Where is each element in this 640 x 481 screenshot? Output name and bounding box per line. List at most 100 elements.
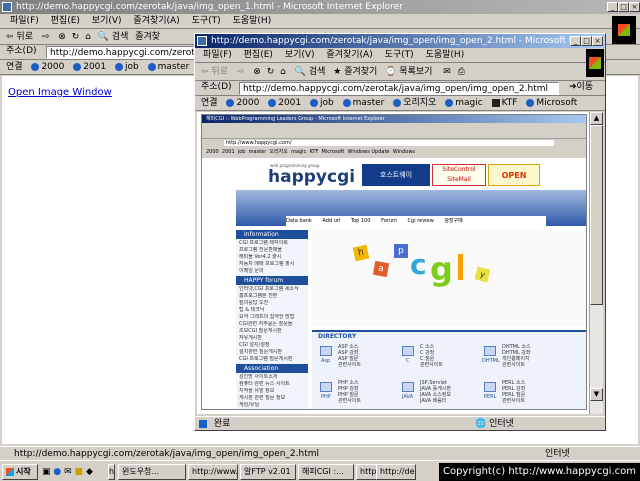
sidebar-item: CGI관련 자주묻는 질문들 xyxy=(239,321,293,327)
stop-icon[interactable]: ⊗ xyxy=(58,32,66,42)
stop-icon[interactable]: ⊗ xyxy=(253,67,261,77)
menu-favorites[interactable]: 즐겨찾기(A) xyxy=(326,50,372,60)
sidebar-item: 자동차 매매 프로그램 출시 xyxy=(239,261,295,267)
sidebar-item: 홈프로그램분 전환 xyxy=(239,293,278,299)
inner-menubar xyxy=(202,123,586,139)
favorites-button[interactable]: 즐겨찾기 xyxy=(344,67,377,77)
menu-edit[interactable]: 편집(E) xyxy=(51,16,80,26)
asp-icon xyxy=(320,346,332,356)
front-linksbar: 연결 2000 2001 job master 오리지오 magic KTF M… xyxy=(195,96,605,111)
java-icon xyxy=(402,382,414,392)
link-2000[interactable]: 2000 xyxy=(31,60,64,74)
task-alftp[interactable]: 알FTP v2.01 xyxy=(240,464,296,480)
back-address-input[interactable]: http://demo.happycgi.com/zerotak/java/ xyxy=(46,46,196,59)
java-caption: JAVA xyxy=(402,394,414,400)
print-icon[interactable]: ⎙ xyxy=(458,67,465,77)
menu-tools[interactable]: 도구(T) xyxy=(385,50,414,60)
outlook-icon[interactable]: ✉ xyxy=(64,467,72,477)
sidebar-item: CGI 프로그램 제작의뢰 xyxy=(239,240,288,246)
menu-help[interactable]: 도움말(H) xyxy=(426,50,465,60)
link-magic[interactable]: magic xyxy=(445,96,483,110)
back-status-text: http://demo.happycgi.com/zerotak/java/im… xyxy=(14,449,319,459)
back-close-button[interactable]: × xyxy=(629,2,640,12)
scroll-up-arrow-icon[interactable]: ▲ xyxy=(590,112,603,125)
task-http-www[interactable]: http://www... xyxy=(188,464,238,480)
home-icon[interactable]: ⌂ xyxy=(85,32,91,42)
favorites-button[interactable]: 즐겨찾 xyxy=(135,32,160,42)
search-icon: 🔍 xyxy=(294,67,306,77)
front-maximize-button[interactable]: □ xyxy=(581,36,592,46)
php-list: PHP 소스 PHP 강좌 PHP 질문 관련사이트 xyxy=(338,380,362,404)
front-close-button[interactable]: × xyxy=(592,36,603,46)
forward-arrow-icon[interactable]: ⇨ xyxy=(237,67,245,77)
c-caption: C xyxy=(406,358,410,364)
link-ori[interactable]: 오리지오 xyxy=(393,96,436,110)
front-address-input[interactable]: http://demo.happycgi.com/zerotak/java/im… xyxy=(239,82,559,95)
link-2000[interactable]: 2000 xyxy=(226,96,259,110)
search-button[interactable]: 검색 xyxy=(112,32,129,42)
menu-favorites[interactable]: 즐겨찾기(A) xyxy=(133,16,179,26)
start-button[interactable]: 시작 xyxy=(2,464,38,480)
history-button[interactable]: 목록보기 xyxy=(399,67,432,77)
folder-icon[interactable]: ■ xyxy=(75,467,84,477)
menu-view[interactable]: 보기(V) xyxy=(285,50,315,60)
back-minimize-button[interactable]: _ xyxy=(607,2,618,12)
back-maximize-button[interactable]: □ xyxy=(618,2,629,12)
app-icon[interactable]: ◆ xyxy=(86,467,93,477)
link-job[interactable]: job xyxy=(310,96,334,110)
banner-sitecontrol: SiteControl SiteMail xyxy=(432,164,486,186)
ie-page-icon xyxy=(342,98,351,107)
menu-file[interactable]: 파일(F) xyxy=(10,16,39,26)
sidebar-item: 게시판 관련 질문 정보 xyxy=(239,395,286,401)
front-statusbar: 완료 🌐 인터넷 xyxy=(195,416,605,430)
task-http-demo[interactable]: http://demo... xyxy=(108,464,115,480)
link-ktf[interactable]: KTF xyxy=(491,96,517,110)
front-minimize-button[interactable]: _ xyxy=(570,36,581,46)
refresh-icon[interactable]: ↻ xyxy=(72,32,80,42)
front-window-titlebar[interactable]: http://demo.happycgi.com/zerotak/java/im… xyxy=(195,34,605,48)
mail-icon[interactable]: ✉ xyxy=(443,67,451,77)
link-job[interactable]: job xyxy=(115,60,139,74)
search-button[interactable]: 검색 xyxy=(309,67,326,77)
back-button[interactable]: 뒤로 xyxy=(16,32,33,42)
link-microsoft[interactable]: Microsoft xyxy=(526,96,577,110)
go-button[interactable]: ➜이동 xyxy=(569,81,593,94)
task-window-folder[interactable]: 윈도우창... xyxy=(118,464,186,480)
back-arrow-icon: ⇦ xyxy=(6,32,14,42)
menu-help[interactable]: 도움말(H) xyxy=(233,16,272,26)
link-2001[interactable]: 2001 xyxy=(73,60,106,74)
letter-i xyxy=(458,254,463,280)
asp-list: ASP 소스 ASP 강좌 ASP 질문 관련사이트 xyxy=(338,344,362,368)
scroll-thumb[interactable] xyxy=(590,125,603,305)
menu-tools[interactable]: 도구(T) xyxy=(192,16,221,26)
sidebar-item: 자유게시판 xyxy=(239,335,263,341)
sidebar-item: 게임/유틸 xyxy=(239,402,260,408)
back-button[interactable]: 뒤로 xyxy=(211,67,228,77)
perl-list: PERL 소스 PERL 강좌 PERL 질문 관련사이트 xyxy=(502,380,526,404)
menu-view[interactable]: 보기(V) xyxy=(92,16,122,26)
link-2001[interactable]: 2001 xyxy=(268,96,301,110)
home-icon[interactable]: ⌂ xyxy=(280,67,286,77)
link-master[interactable]: master xyxy=(342,96,384,110)
sidebar-item: 해피몰 Ver4.2 출시 xyxy=(239,254,282,260)
vertical-scrollbar[interactable]: ▲ ▼ xyxy=(589,112,603,414)
back-window-titlebar[interactable]: http://demo.happycgi.com/zerotak/java/im… xyxy=(0,0,640,14)
menu-edit[interactable]: 편집(E) xyxy=(244,50,273,60)
desktop-icon[interactable]: ▣ xyxy=(42,467,51,477)
forward-arrow-icon[interactable]: ⇨ xyxy=(42,32,50,42)
back-status-zone: 인터넷 xyxy=(545,449,570,459)
ie-page-icon xyxy=(115,62,123,71)
ie-page-icon xyxy=(393,98,402,107)
open-image-window-link[interactable]: Open Image Window xyxy=(8,87,112,98)
ie-quicklaunch-icon[interactable]: ● xyxy=(53,467,61,477)
task-http-de[interactable]: http://de... xyxy=(376,464,416,480)
scroll-down-arrow-icon[interactable]: ▼ xyxy=(590,388,603,401)
front-window-title: http://demo.happycgi.com/zerotak/java/im… xyxy=(211,36,605,46)
menu-file[interactable]: 파일(F) xyxy=(203,50,232,60)
front-menubar: 파일(F) 편집(E) 보기(V) 즐겨찾기(A) 도구(T) 도움말(H) xyxy=(195,48,605,63)
globe-icon: 🌐 xyxy=(475,419,487,429)
link-master[interactable]: master xyxy=(147,60,189,74)
letter-block-a: a xyxy=(372,260,390,278)
refresh-icon[interactable]: ↻ xyxy=(267,67,275,77)
task-happycgi[interactable]: 해피CGI :... xyxy=(298,464,354,480)
